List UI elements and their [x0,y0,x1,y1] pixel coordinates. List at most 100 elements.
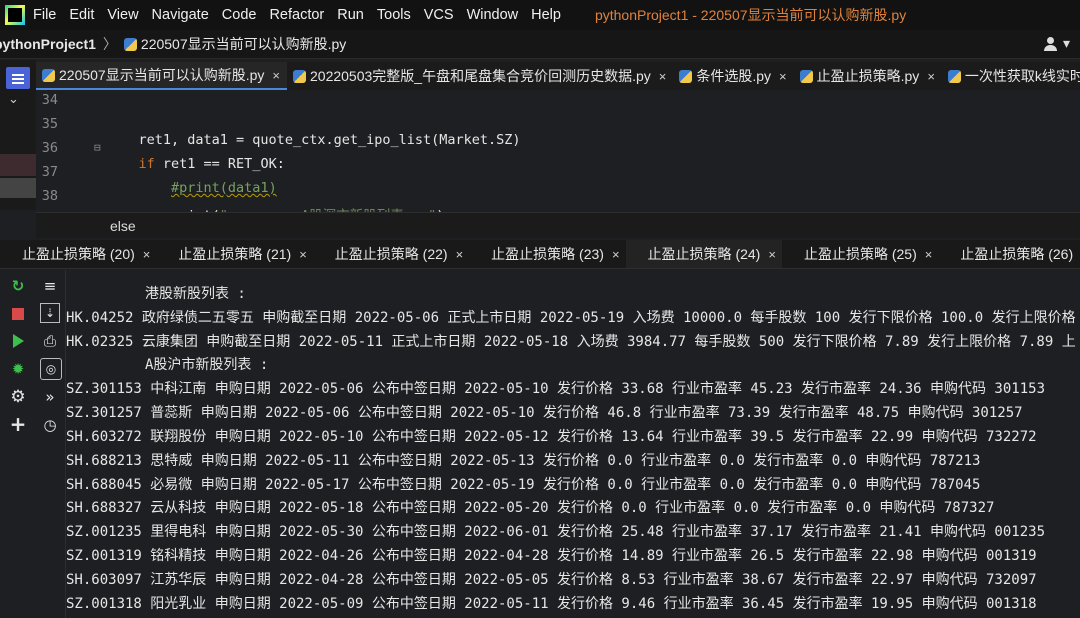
chevron-down-icon: ▾ [1062,35,1070,51]
breadcrumb-separator: 〉 [102,36,117,52]
run-tab-label: 止盈止损策略 (22) [334,246,448,262]
user-icon [1043,36,1059,51]
run-tab[interactable]: 止盈止损策略 (23) × [469,240,625,268]
add-icon[interactable]: + [8,412,28,436]
editor-tab-label: 一次性获取k线实时数 [964,68,1080,84]
run-tab-label: 止盈止损策略 (20) [22,246,135,262]
code-breadcrumb[interactable]: else [110,218,136,234]
close-icon[interactable]: × [612,247,620,262]
run-tab-bar: 止盈止损策略 (20) × 止盈止损策略 (21) × 止盈止损策略 (22) … [0,240,1080,269]
console-line: SZ.001319 铭科精技 申购日期 2022-04-26 公布中签日期 20… [66,548,1037,564]
python-file-icon [679,69,693,83]
breadcrumb-file[interactable]: 220507显示当前可以认购新股.py [141,34,346,54]
settings-icon[interactable]: ⚙ [8,387,28,407]
menu-tools[interactable]: Tools [377,7,411,23]
python-file-icon [42,68,55,82]
console-toolbar: ≡ ⇣ ⎙ ◎ » ◷ [36,270,66,618]
menu-vcs[interactable]: VCS [424,7,454,23]
python-file-icon [799,69,813,83]
console-line: SH.603097 江苏华辰 申购日期 2022-04-28 公布中签日期 20… [66,572,1037,588]
run-tab[interactable]: 止盈止损策略 (21) × [156,240,312,268]
close-icon[interactable]: × [779,69,787,84]
editor-tab[interactable]: 止盈止损策略.py × [794,62,942,90]
menu-window[interactable]: Window [467,7,519,23]
line-gutter: 34 35 36 37 38 ⊟ [36,90,101,212]
close-icon[interactable]: × [925,247,933,262]
view-icon[interactable]: ◎ [40,358,62,380]
run-tab-label: 止盈止损策略 (26) [960,246,1074,262]
editor-tab-label: 止盈止损策略.py [816,68,920,84]
app-icon [5,5,25,25]
menu-edit[interactable]: Edit [69,7,94,23]
close-icon[interactable]: × [143,247,151,262]
code-editor[interactable]: 34 35 36 37 38 ⊟ ret1, data1 = quote_ctx… [36,90,1080,224]
editor-tab[interactable]: 220507显示当前可以认购新股.py × [36,62,287,90]
menu-help[interactable]: Help [531,7,561,23]
python-file-icon [293,69,306,83]
console-line: SZ.301153 中科江南 申购日期 2022-05-06 公布中签日期 20… [66,381,1046,397]
run-tab-label: 止盈止损策略 (25) [803,246,917,262]
run-tab[interactable]: 止盈止损策略 (24) × [625,240,782,268]
run-tab-label: 止盈止损策略 (24) [647,246,761,262]
menu-view[interactable]: View [107,7,138,23]
forward-icon[interactable]: » [40,387,60,407]
python-file-icon [123,37,137,51]
run-tab[interactable]: 止盈止损策略 (25) × [782,240,938,268]
console-hk-header: 港股新股列表 : [145,286,246,302]
run-icon[interactable] [8,331,28,351]
account-menu[interactable]: ▾ [1043,35,1070,52]
line-number: 35 [41,116,58,132]
console-line: SZ.301257 普蕊斯 申购日期 2022-05-06 公布中签日期 202… [66,405,1023,421]
soft-wrap-icon[interactable]: ≡ [40,276,60,296]
editor-tab-label: 20220503完整版_午盘和尾盘集合竞价回测历史数据.py [310,68,651,84]
editor-tab[interactable]: 一次性获取k线实时数 [942,62,1080,90]
editor-tab[interactable]: 条件选股.py × [673,62,793,90]
editor-tab[interactable]: 20220503完整版_午盘和尾盘集合竞价回测历史数据.py × [287,62,673,90]
project-tree-row[interactable] [0,154,36,176]
history-icon[interactable]: ◷ [40,415,60,435]
run-tab-label: 止盈止损策略 (23) [491,246,604,262]
run-toolbar: ↻ ✹ ⚙ + [0,270,36,618]
line-number: 36 [41,140,58,156]
rerun-icon[interactable]: ↻ [8,276,28,296]
run-tab-label: 止盈止损策略 (21) [178,246,292,262]
python-file-icon [947,69,961,83]
run-tab[interactable]: 止盈止损策略 (20) × [0,240,156,268]
console-line: SH.688213 思特威 申购日期 2022-05-11 公布中签日期 202… [66,453,981,469]
menu-code[interactable]: Code [222,7,257,23]
close-icon[interactable]: × [272,68,280,83]
run-console-output[interactable]: 港股新股列表 : HK.04252 政府绿债二五零五 申购截至日期 2022-0… [66,270,1080,618]
scroll-to-end-icon[interactable]: ⇣ [40,303,60,323]
menu-navigate[interactable]: Navigate [152,7,209,23]
close-icon[interactable]: × [456,247,464,262]
fold-marker-icon[interactable]: ⊟ [94,141,101,154]
close-icon[interactable]: × [299,247,307,262]
console-line: SH.603272 联翔股份 申购日期 2022-05-10 公布中签日期 20… [66,429,1037,445]
console-line: SZ.001235 里得电科 申购日期 2022-05-30 公布中签日期 20… [66,524,1046,540]
console-a-header: A股沪市新股列表 : [145,357,269,373]
close-icon[interactable]: × [659,69,667,84]
chevron-down-icon[interactable]: ⌄ [8,92,19,107]
close-icon[interactable]: × [927,69,935,84]
console-line: HK.02325 云康集团 申购截至日期 2022-05-11 正式上市日期 2… [66,334,1076,350]
menu-file[interactable]: File [33,7,56,23]
project-tool-strip: ⌄ [0,60,36,210]
run-tab[interactable]: 止盈止损策略 (26) × [938,240,1080,268]
project-tool-button[interactable] [6,67,30,89]
project-tree-row[interactable] [0,178,36,198]
menu-run[interactable]: Run [337,7,364,23]
console-line: SH.688045 必易微 申购日期 2022-05-17 公布中签日期 202… [66,477,981,493]
editor-tab-bar: 220507显示当前可以认购新股.py × 20220503完整版_午盘和尾盘集… [36,62,1080,90]
console-line: SZ.001318 阳光乳业 申购日期 2022-05-09 公布中签日期 20… [66,596,1037,612]
menu-refactor[interactable]: Refactor [269,7,324,23]
line-number: 38 [41,188,58,204]
menu-bar: File Edit View Navigate Code Refactor Ru… [0,0,1080,30]
debug-icon[interactable]: ✹ [8,359,28,379]
close-icon[interactable]: × [768,247,776,262]
stop-icon[interactable] [8,304,28,324]
editor-tab-label: 条件选股.py [696,68,772,84]
breadcrumb-project[interactable]: pythonProject1 [0,36,96,52]
code-breadcrumb-bar: else [36,212,1080,238]
run-tab[interactable]: 止盈止损策略 (22) × [313,240,469,268]
print-icon[interactable]: ⎙ [40,331,60,351]
